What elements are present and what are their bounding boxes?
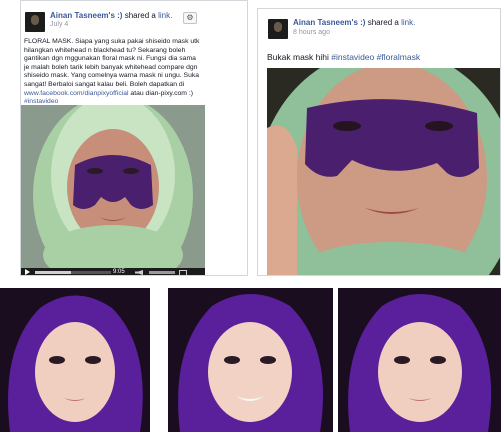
body-link[interactable]: www.facebook.com/dianpixyofficial bbox=[24, 90, 129, 97]
play-icon[interactable] bbox=[25, 269, 30, 275]
post-body-text: FLORAL MASK. Siapa yang suka pakai shise… bbox=[24, 38, 200, 106]
author-name[interactable]: Ainan Tasneem's :) shared a link. bbox=[50, 11, 172, 20]
hijab-portrait bbox=[338, 288, 501, 432]
link-word[interactable]: link. bbox=[401, 18, 415, 27]
gear-icon[interactable]: ⚙ bbox=[183, 12, 197, 24]
video-progress-track[interactable] bbox=[35, 271, 111, 274]
video-progress-fill bbox=[35, 271, 71, 274]
post-caption: Bukak mask hihi #instavideo #floralmask bbox=[267, 52, 421, 62]
post-card-1: Ainan Tasneem's :) shared a link. July 4… bbox=[20, 0, 248, 276]
video-controls: 9:05 bbox=[21, 268, 205, 275]
volume-slider[interactable] bbox=[149, 271, 175, 274]
hijab-portrait bbox=[168, 288, 333, 432]
author-avatar[interactable] bbox=[268, 19, 288, 39]
post-card-2: Ainan Tasneem's :) shared a link. 8 hour… bbox=[257, 8, 501, 276]
hijab-photo-2 bbox=[168, 288, 333, 432]
link-word[interactable]: link. bbox=[158, 11, 172, 20]
author-name[interactable]: Ainan Tasneem's :) shared a link. bbox=[293, 18, 415, 27]
hijab-photo-1 bbox=[0, 288, 150, 432]
post-time[interactable]: July 4 bbox=[50, 21, 68, 28]
hijab-portrait bbox=[0, 288, 150, 432]
video-frame bbox=[21, 105, 205, 275]
hashtags[interactable]: #instavideo #floralmask bbox=[331, 52, 420, 62]
masked-face-photo bbox=[267, 68, 500, 275]
video-frame-2[interactable] bbox=[267, 68, 500, 275]
post-time[interactable]: 8 hours ago bbox=[293, 29, 330, 36]
video-player[interactable]: 9:05 bbox=[21, 105, 205, 275]
volume-icon[interactable] bbox=[135, 270, 143, 275]
fullscreen-icon[interactable] bbox=[179, 270, 187, 275]
author-avatar[interactable] bbox=[25, 12, 45, 32]
hijab-photo-3 bbox=[338, 288, 501, 432]
video-time: 9:05 bbox=[113, 269, 125, 275]
